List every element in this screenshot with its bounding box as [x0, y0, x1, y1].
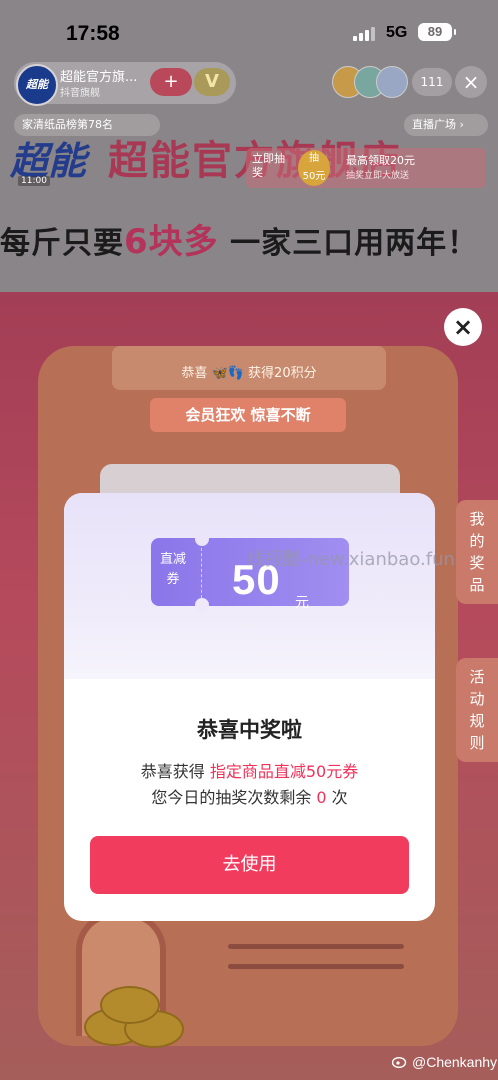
- coupon-notch: [195, 532, 209, 546]
- prize-prefix: 恭喜获得: [140, 762, 210, 781]
- vip-badge[interactable]: V: [194, 68, 230, 96]
- remaining-prefix: 您今日的抽奖次数剩余: [151, 788, 317, 807]
- modal-title: 恭喜中奖啦: [197, 718, 302, 742]
- follow-button[interactable]: +: [150, 68, 192, 96]
- coupon-notch: [195, 598, 209, 612]
- weibo-icon: [392, 1057, 407, 1068]
- use-coupon-button[interactable]: 去使用: [90, 836, 409, 894]
- machine-slider: [228, 944, 404, 949]
- coin-pile-icon: [84, 980, 204, 1048]
- battery-icon: 89: [418, 23, 456, 41]
- author-credit: @Chenkanhy: [412, 1054, 498, 1070]
- lottery-coin-sub: 50元: [302, 171, 326, 182]
- banner-prefix: 每斤只要: [0, 226, 124, 261]
- live-close-button[interactable]: ×: [455, 66, 487, 98]
- prize-description: 恭喜获得 指定商品直减50元券: [64, 758, 435, 782]
- remaining-draws: 您今日的抽奖次数剩余 0 次: [64, 784, 435, 808]
- prize-name: 指定商品直减50元券: [209, 762, 359, 781]
- remaining-count: 0: [316, 788, 327, 807]
- machine-slider: [228, 964, 404, 969]
- my-prizes-label: 我的奖品: [469, 510, 485, 594]
- promo-banner: 每斤只要6块多 一家三口用两年！: [0, 214, 498, 263]
- store-name: 超能官方旗...: [60, 70, 138, 85]
- coupon-type-label: 直减券: [159, 552, 186, 587]
- store-logo[interactable]: 超能: [16, 64, 58, 106]
- coupon-unit: 元: [295, 595, 309, 611]
- signal-icon: [353, 27, 375, 41]
- brand-time: 11:00: [18, 176, 50, 186]
- status-time: 17:58: [66, 22, 120, 45]
- lottery-title: 最高领取20元: [346, 154, 415, 167]
- store-subtitle: 抖音旗舰: [60, 88, 100, 99]
- rules-label: 活动规则: [469, 668, 485, 752]
- lottery-label: 立即抽奖: [252, 152, 285, 179]
- machine-top-text: 恭喜 🦋👣 获得20积分: [181, 366, 317, 381]
- viewer-count[interactable]: 111: [412, 68, 452, 96]
- close-icon[interactable]: ×: [444, 308, 482, 346]
- remaining-suffix: 次: [326, 788, 348, 807]
- viewer-avatars[interactable]: [332, 66, 410, 98]
- banner-suffix: 一家三口用两年！: [218, 226, 479, 261]
- coupon-divider: [201, 548, 202, 598]
- machine-sign: 会员狂欢 惊喜不断: [150, 398, 346, 432]
- rules-tab[interactable]: 活动规则: [456, 658, 498, 762]
- live-plaza-link[interactable]: 直播广场 ›: [404, 114, 488, 136]
- network-label: 5G: [386, 24, 408, 41]
- lottery-coin-icon: 抽 50元: [298, 150, 330, 186]
- lottery-subtitle: 抽奖立即大放送: [346, 171, 410, 181]
- my-prizes-tab[interactable]: 我的奖品: [456, 500, 498, 604]
- banner-highlight: 6块多: [124, 222, 219, 262]
- lottery-coin-text: 抽: [309, 153, 319, 164]
- avatar: [376, 66, 408, 98]
- watermark: 线报酷-new.xianbao.fun: [247, 549, 455, 570]
